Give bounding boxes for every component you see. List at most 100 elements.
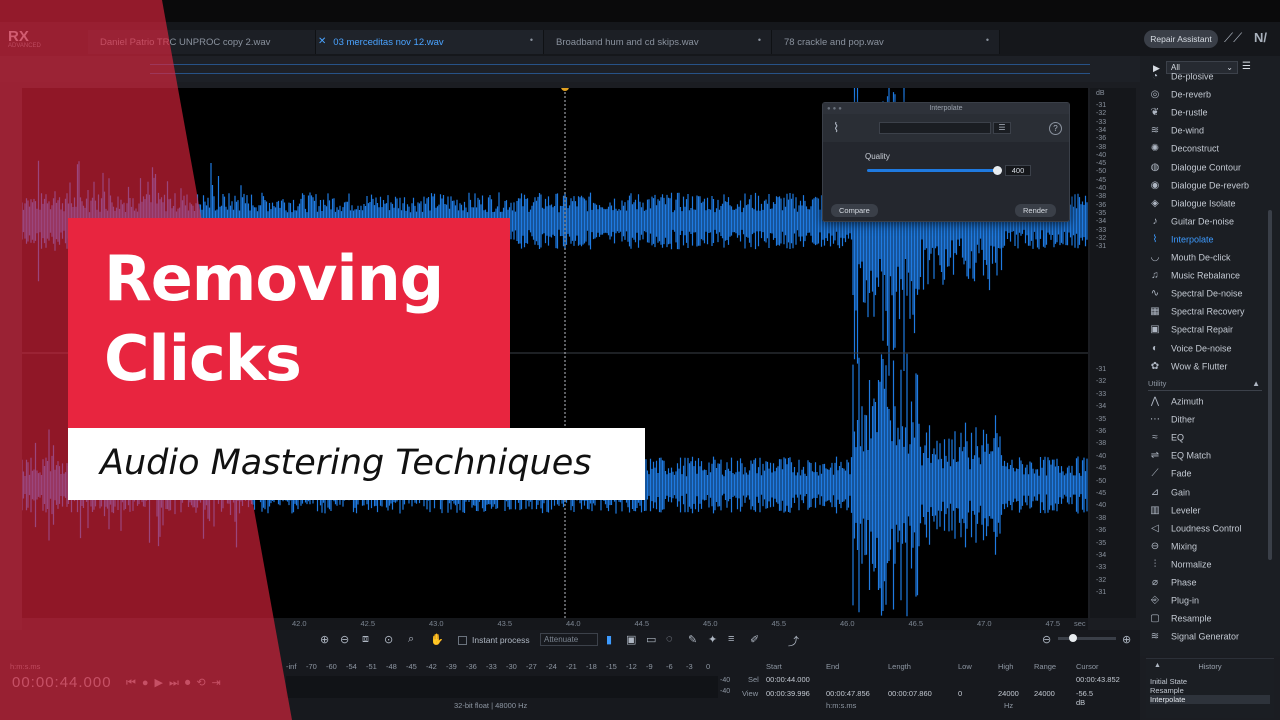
hand-icon[interactable]: ✋ [430,633,444,646]
file-tab[interactable]: 78 crackle and pop.wav • [772,30,1000,54]
module-item-de-rustle[interactable]: ❦ De-rustle [1148,107,1266,123]
module-item-dialogue-isolate[interactable]: ◈ Dialogue Isolate [1148,198,1266,214]
module-item-interpolate[interactable]: ⌇ Interpolate [1148,234,1266,250]
magnify-icon[interactable]: ⌕ [408,633,414,646]
module-item-resample[interactable]: ▢ Resample [1148,613,1266,629]
file-tab-active[interactable]: ✕ 03 merceditas nov 12.wav • [316,30,544,54]
utility-section-header[interactable]: Utility ▲ [1148,379,1262,391]
time-select-icon[interactable]: ▮ [606,633,612,646]
box-select-icon[interactable]: ▭ [646,633,656,646]
module-label: Leveler [1171,504,1201,515]
module-item-wow-flutter[interactable]: ✿ Wow & Flutter [1148,361,1266,377]
view-start-value[interactable]: 00:00:39.996 [766,689,810,698]
zoom-selection-icon[interactable]: ⧈ [362,633,369,646]
window-controls[interactable]: ●●● [827,106,844,112]
zoom-in-icon[interactable]: ⊕ [320,633,329,646]
module-scrollbar[interactable] [1268,210,1272,560]
quality-value[interactable]: 400 [1005,165,1031,176]
history-item-selected[interactable]: Interpolate [1150,695,1270,704]
module-item-leveler[interactable]: ▥ Leveler [1148,505,1266,521]
signal-path-icon[interactable]: ⟋⟋ [1224,30,1242,46]
file-tab[interactable]: Broadband hum and cd skips.wav • [544,30,772,54]
instant-process-checkbox[interactable] [458,636,467,645]
interpolate-icon: ⌇ [833,120,840,135]
module-item-spectral-de-noise[interactable]: ∿ Spectral De-noise [1148,288,1266,304]
collapse-icon[interactable]: ▲ [1154,662,1161,669]
curve-icon[interactable]: ⤴ [788,633,799,649]
time-format-label[interactable]: h:m:s.ms [10,662,40,671]
module-item-de-reverb[interactable]: ◎ De-reverb [1148,89,1266,105]
module-item-signal-generator[interactable]: ≋ Signal Generator [1148,631,1266,647]
meter-tick: -48 [386,662,397,671]
high-value[interactable]: 24000 [998,689,1019,698]
compare-button[interactable]: Compare [831,204,878,217]
module-item-mixing[interactable]: ⊖ Mixing [1148,541,1266,557]
file-tab[interactable]: Daniel Patrio TRC UNPROC copy 2.wav [88,30,316,54]
zoom-out-icon[interactable]: ⊖ [340,633,349,646]
meter-tick: -inf [286,662,297,671]
db-tick: -33 [1096,390,1107,398]
module-label: Guitar De-noise [1171,216,1235,227]
module-item-dither[interactable]: ⋯ Dither [1148,414,1266,430]
preset-dropdown[interactable] [879,122,991,134]
history-item[interactable]: Initial State [1150,677,1187,686]
playhead-marker[interactable] [561,88,569,91]
module-item-music-rebalance[interactable]: ♫ Music Rebalance [1148,270,1266,286]
de-rustle-icon: ❦ [1150,107,1160,119]
range-value[interactable]: 24000 [1034,689,1055,698]
repair-assistant-button[interactable]: Repair Assistant [1144,30,1218,48]
module-item-de-wind[interactable]: ≋ De-wind [1148,125,1266,141]
module-item-fade[interactable]: ⟋ Fade [1148,468,1266,484]
magic-wand-icon[interactable]: ✦ [708,633,717,646]
module-item-deconstruct[interactable]: ✺ Deconstruct [1148,143,1266,159]
module-item-normalize[interactable]: ⫶ Normalize [1148,559,1266,575]
module-item-loudness-control[interactable]: ◁ Loudness Control [1148,523,1266,539]
module-item-gain[interactable]: ⊿ Gain [1148,487,1266,503]
history-item[interactable]: Resample [1150,686,1184,695]
db-tick: -36 [1096,135,1107,143]
quality-slider[interactable] [867,169,999,172]
zoom-out-horizontal-icon[interactable]: ⊖ [1042,633,1051,646]
view-length-value[interactable]: 00:00:07.860 [888,689,932,698]
harmonic-select-icon[interactable]: ≡ [728,633,734,645]
brush-icon[interactable]: ✎ [688,633,697,646]
pencil-icon[interactable]: ✐ [750,633,759,646]
module-item-dialogue-contour[interactable]: ◍ Dialogue Contour [1148,162,1266,178]
low-value[interactable]: 0 [958,689,962,698]
db-tick: -36 [1096,527,1107,535]
module-item-phase[interactable]: ⌀ Phase [1148,577,1266,593]
module-item-plug-in[interactable]: ⎆ Plug-in [1148,595,1266,611]
gain-icon: ⊿ [1150,486,1160,498]
quality-slider-knob[interactable] [993,166,1002,175]
module-item-dialogue-de-reverb[interactable]: ◉ Dialogue De-reverb [1148,180,1266,196]
zoom-knob[interactable] [1069,634,1077,642]
signal-generator-icon: ≋ [1150,631,1160,643]
zoom-fit-icon[interactable]: ⊙ [384,633,393,646]
render-button[interactable]: Render [1015,204,1056,217]
view-end-value[interactable]: 00:00:47.856 [826,689,870,698]
module-item-azimuth[interactable]: ⋀ Azimuth [1148,396,1266,412]
module-item-mouth-de-click[interactable]: ◡ Mouth De-click [1148,252,1266,268]
db-scale: dB -31 -32 -33 -34 -36 -38 -40 -45 -50 -45 -40 -38-… [1090,88,1136,618]
transport-controls[interactable]: ⏮●▶⏭⏺⟲⇥ [126,676,227,690]
menu-icon[interactable]: ☰ [993,122,1011,134]
close-icon[interactable]: ✕ [318,36,326,47]
module-item-spectral-recovery[interactable]: ▦ Spectral Recovery [1148,306,1266,322]
module-item-eq[interactable]: ≈ EQ [1148,432,1266,448]
sel-start-value[interactable]: 00:00:44.000 [766,675,810,684]
waveform-overview[interactable] [0,56,1140,82]
module-item-guitar-de-noise[interactable]: ♪ Guitar De-noise [1148,216,1266,232]
module-item-voice-de-noise[interactable]: ◐ Voice De-noise [1148,343,1266,359]
help-icon[interactable]: ? [1049,122,1062,135]
zoom-in-horizontal-icon[interactable]: ⊕ [1122,633,1131,646]
freq-select-icon[interactable]: ▣ [626,633,636,646]
collapse-icon[interactable]: ▲ [1252,379,1260,388]
module-item-eq-match[interactable]: ⇌ EQ Match [1148,450,1266,466]
lasso-icon[interactable]: ◌ [666,633,673,645]
time-tick: 44.0 [566,619,581,628]
module-item-spectral-repair[interactable]: ▣ Spectral Repair [1148,324,1266,340]
resample-icon: ▢ [1150,613,1160,625]
horizontal-zoom-slider[interactable] [1058,637,1116,640]
process-mode-dropdown[interactable]: Attenuate [540,633,598,646]
module-item-de-plosive[interactable]: ◔ De-plosive [1148,71,1266,87]
